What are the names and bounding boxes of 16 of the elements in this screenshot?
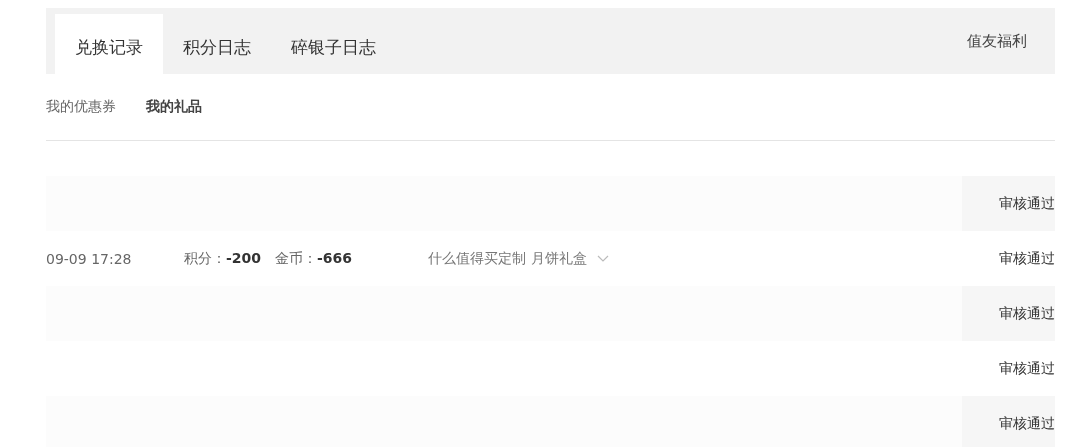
- welfare-link[interactable]: 值友福利: [967, 8, 1027, 74]
- review-status: 审核通过: [962, 396, 1055, 447]
- subtab[interactable]: 我的礼品: [146, 98, 202, 116]
- review-status: 审核通过: [998, 358, 1055, 378]
- points-amount: 积分：-200: [184, 249, 262, 268]
- tab[interactable]: 积分日志: [163, 14, 271, 74]
- coins-amount: 金币：-666: [275, 249, 353, 268]
- tab[interactable]: 碎银子日志: [271, 14, 396, 74]
- chevron-down-icon[interactable]: [596, 254, 609, 263]
- review-status: 审核通过: [962, 286, 1055, 341]
- subtab[interactable]: 我的优惠券: [46, 98, 116, 116]
- review-status: 审核通过: [962, 176, 1055, 231]
- tab[interactable]: 兑换记录: [55, 14, 163, 74]
- review-status: 审核通过: [998, 248, 1055, 268]
- record-time: 09-09 17:28: [46, 250, 133, 267]
- gift-name: 什么值得买定制 月饼礼盒: [428, 249, 587, 268]
